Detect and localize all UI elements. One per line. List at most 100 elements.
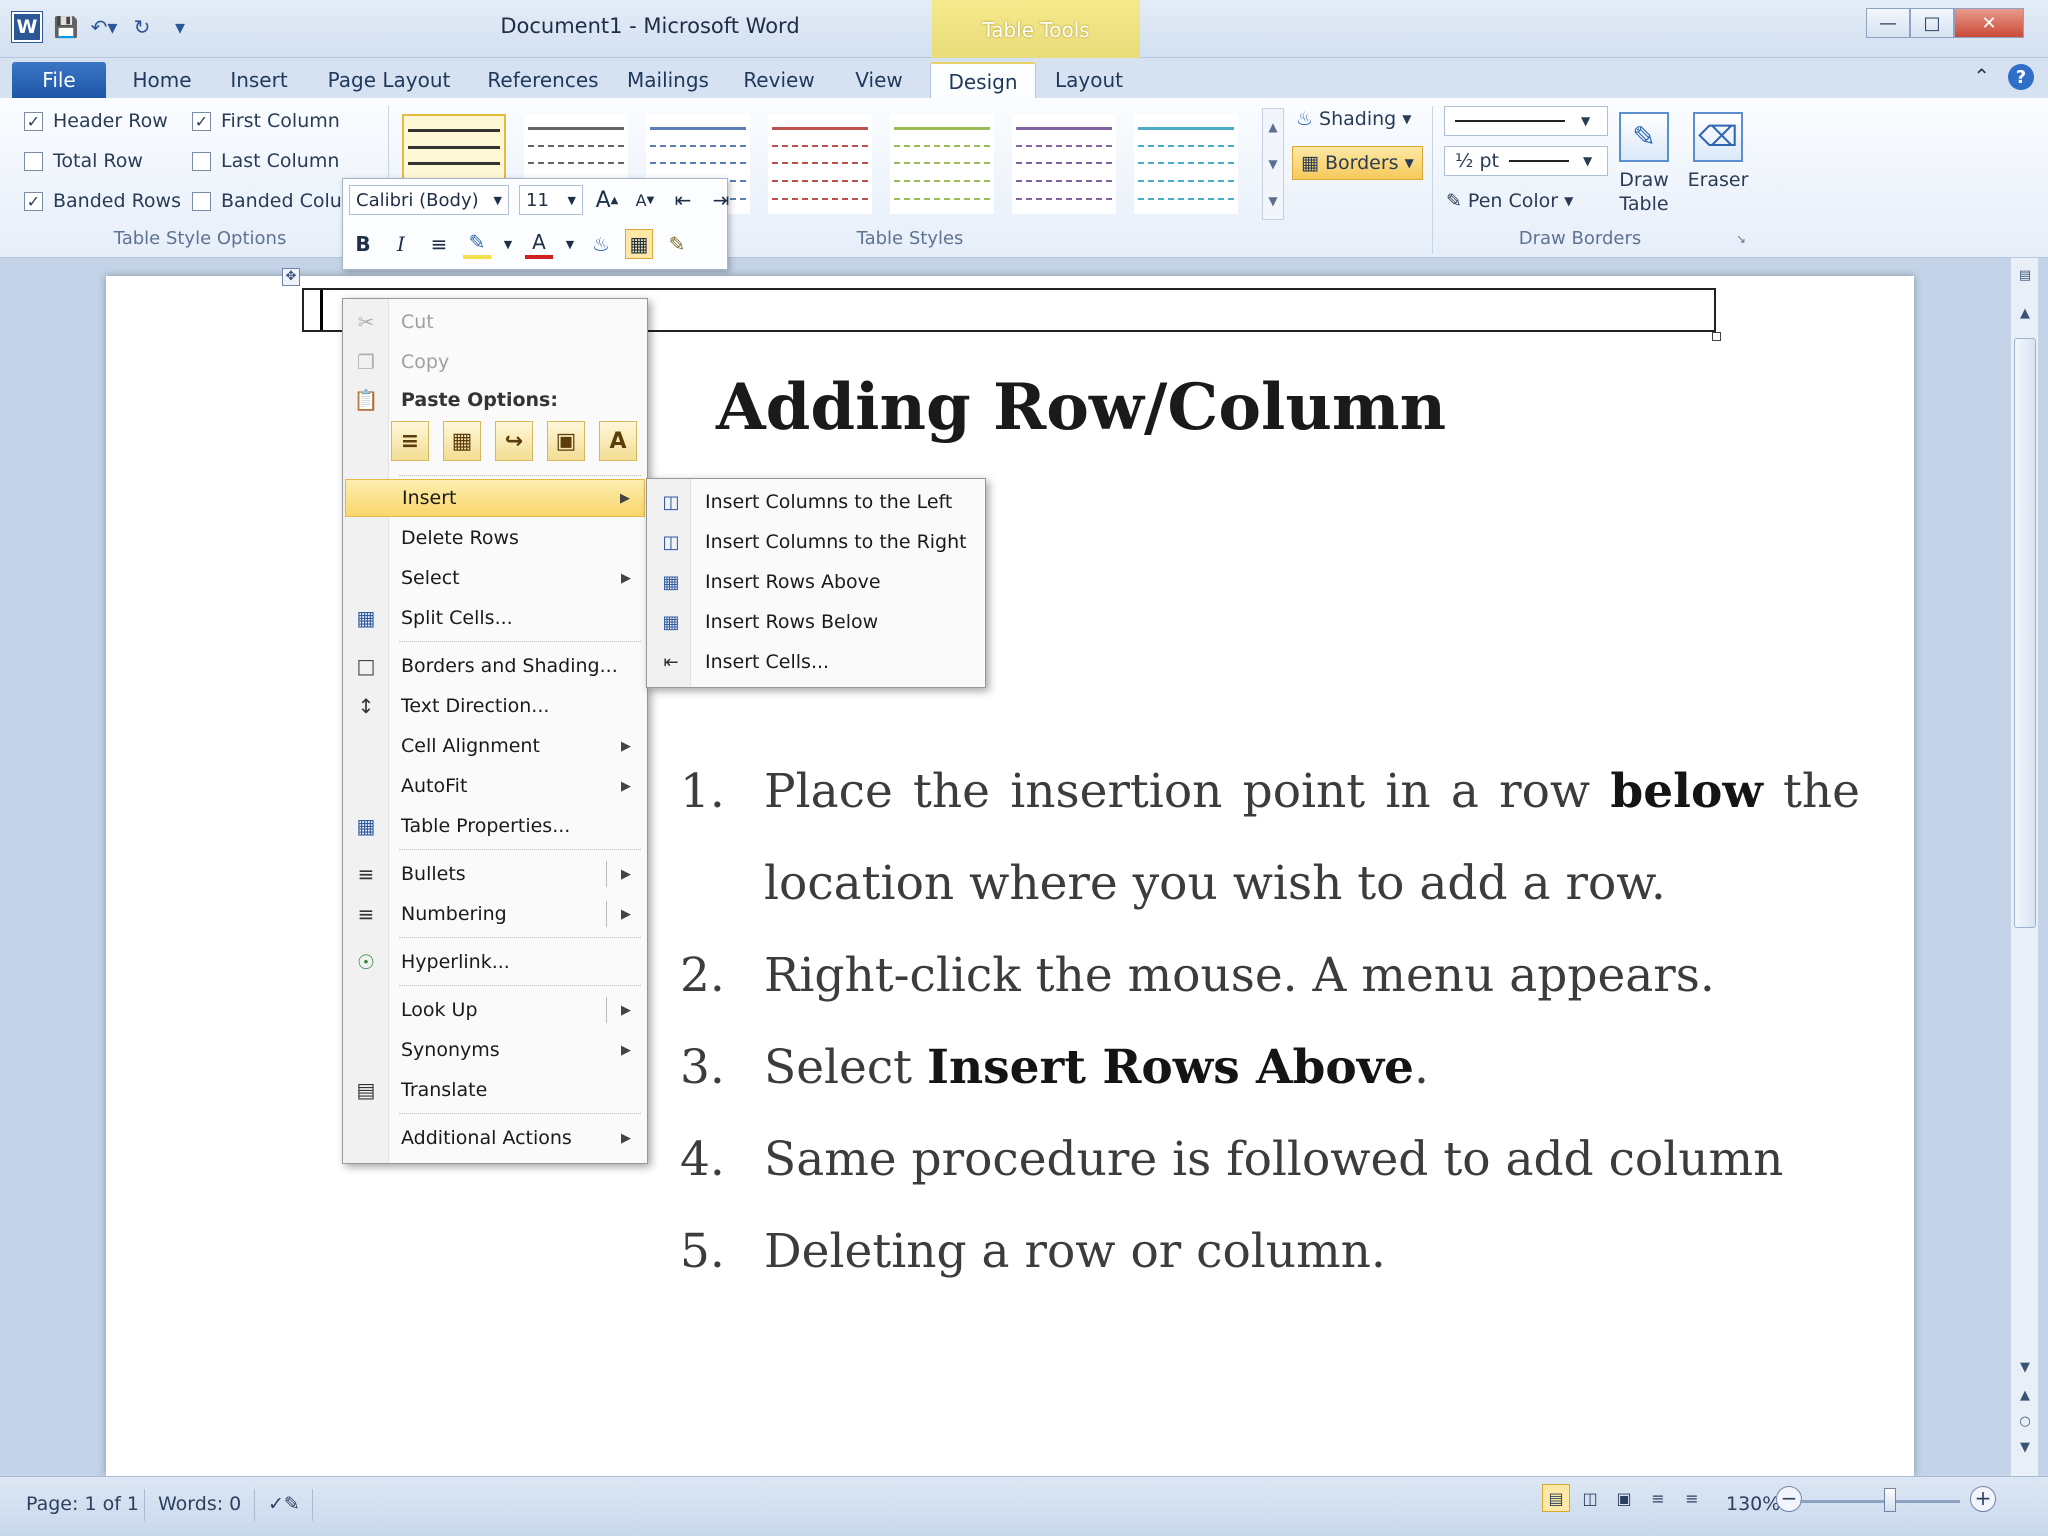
table-move-handle-icon[interactable]: ✥	[282, 268, 300, 286]
menu-item-cell-alignment[interactable]: Cell Alignment ▶	[345, 727, 645, 765]
gallery-down-icon[interactable]: ▼	[1268, 157, 1277, 171]
ruler-toggle-icon[interactable]: ▤	[2014, 264, 2036, 286]
line-style-dropdown[interactable]: ▼	[1444, 106, 1608, 136]
customize-icon[interactable]: ▾	[166, 13, 194, 41]
menu-item-split-cells[interactable]: ▦ Split Cells...	[345, 599, 645, 637]
browse-object-icon[interactable]: ○	[2014, 1410, 2036, 1432]
page-count[interactable]: Page: 1 of 1	[26, 1493, 139, 1515]
italic-button[interactable]: I	[387, 229, 415, 259]
total-row-checkbox[interactable]: Total Row	[24, 150, 143, 172]
paste-text-only-icon[interactable]: A	[599, 421, 637, 461]
decrease-indent-icon[interactable]: ⇤	[669, 185, 697, 215]
menu-item-insert-cells[interactable]: ⇤ Insert Cells...	[649, 643, 983, 681]
proofing-icon[interactable]: ✓✎	[268, 1493, 300, 1515]
scroll-down-icon[interactable]: ▼	[2014, 1356, 2036, 1378]
menu-item-copy[interactable]: ❐ Copy	[345, 343, 645, 381]
paste-keep-source-icon[interactable]: ≡	[391, 421, 429, 461]
menu-item-cut[interactable]: ✂ Cut	[345, 303, 645, 341]
tab-home[interactable]: Home	[124, 62, 200, 98]
redo-icon[interactable]: ↻	[128, 13, 156, 41]
zoom-slider[interactable]	[1800, 1500, 1960, 1503]
tab-page-layout[interactable]: Page Layout	[318, 62, 460, 98]
menu-item-insert[interactable]: Insert ▶	[345, 479, 645, 517]
zoom-in-icon[interactable]: +	[1970, 1486, 1996, 1512]
menu-item-insert-columns-right[interactable]: ◫ Insert Columns to the Right	[649, 523, 983, 561]
shrink-font-icon[interactable]: A ▼	[631, 185, 659, 215]
save-icon[interactable]: 💾	[52, 13, 80, 41]
tab-mailings[interactable]: Mailings	[620, 62, 716, 98]
menu-item-look-up[interactable]: Look Up ▶	[345, 991, 645, 1029]
tab-view[interactable]: View	[842, 62, 916, 98]
tab-review[interactable]: Review	[736, 62, 822, 98]
word-logo-icon[interactable]: W	[12, 12, 42, 42]
eraser-button[interactable]: ⌫ Eraser	[1686, 112, 1750, 192]
word-count[interactable]: Words: 0	[158, 1493, 241, 1515]
shading-button[interactable]: ♨ Shading ▼	[1296, 108, 1411, 130]
dialog-launcher-icon[interactable]: ↘	[1736, 232, 1746, 246]
menu-item-borders-shading[interactable]: □ Borders and Shading...	[345, 647, 645, 685]
increase-indent-icon[interactable]: ⇥	[707, 185, 735, 215]
header-row-checkbox[interactable]: ✓ Header Row	[24, 110, 168, 132]
menu-item-insert-columns-left[interactable]: ◫ Insert Columns to the Left	[649, 483, 983, 521]
table-resize-handle[interactable]	[1712, 332, 1721, 341]
tab-design[interactable]: Design	[930, 62, 1036, 98]
menu-item-delete-rows[interactable]: Delete Rows	[345, 519, 645, 557]
table-style-purple[interactable]	[1012, 114, 1116, 214]
banded-rows-checkbox[interactable]: ✓ Banded Rows	[24, 190, 181, 212]
menu-item-bullets[interactable]: ≡ Bullets ▶	[345, 855, 645, 893]
menu-item-autofit[interactable]: AutoFit ▶	[345, 767, 645, 805]
scrollbar-thumb[interactable]	[2014, 338, 2036, 928]
scroll-up-icon[interactable]: ▲	[2014, 302, 2036, 324]
minimize-ribbon-icon[interactable]: ⌃	[1973, 64, 1990, 90]
tab-file[interactable]: File	[12, 62, 106, 98]
next-page-icon[interactable]: ▼	[2014, 1436, 2036, 1458]
line-weight-dropdown[interactable]: ½ pt ▼	[1444, 146, 1608, 176]
tab-insert[interactable]: Insert	[222, 62, 296, 98]
menu-item-hyperlink[interactable]: ☉ Hyperlink...	[345, 943, 645, 981]
bold-button[interactable]: B	[349, 229, 377, 259]
maximize-button[interactable]: □	[1910, 8, 1954, 38]
vertical-scrollbar[interactable]: ▤ ▲ ▼ ▲ ○ ▼	[2010, 258, 2038, 1476]
borders-button[interactable]: ▦ Borders ▼	[1292, 146, 1423, 180]
shading-icon[interactable]: ♨	[587, 229, 615, 259]
menu-item-insert-rows-above[interactable]: ▦ Insert Rows Above	[649, 563, 983, 601]
borders-icon[interactable]: ▦	[625, 229, 653, 259]
gallery-up-icon[interactable]: ▲	[1268, 120, 1277, 134]
menu-item-numbering[interactable]: ≡ Numbering ▶	[345, 895, 645, 933]
menu-item-insert-rows-below[interactable]: ▦ Insert Rows Below	[649, 603, 983, 641]
menu-item-select[interactable]: Select ▶	[345, 559, 645, 597]
minimize-button[interactable]: —	[1866, 8, 1910, 38]
chevron-down-icon[interactable]: ▼	[501, 229, 515, 259]
menu-item-additional-actions[interactable]: Additional Actions ▶	[345, 1119, 645, 1157]
menu-item-text-direction[interactable]: ↕ Text Direction...	[345, 687, 645, 725]
font-size-dropdown[interactable]: 11 ▼	[519, 185, 583, 215]
previous-page-icon[interactable]: ▲	[2014, 1384, 2036, 1406]
font-name-dropdown[interactable]: Calibri (Body) ▼	[349, 185, 509, 215]
last-column-checkbox[interactable]: Last Column	[192, 150, 339, 172]
paste-merge-table-icon[interactable]: ▦	[443, 421, 481, 461]
full-screen-reading-icon[interactable]: ◫	[1576, 1484, 1604, 1512]
pen-color-button[interactable]: ✎ Pen Color ▼	[1446, 190, 1573, 212]
table-style-green[interactable]	[890, 114, 994, 214]
first-column-checkbox[interactable]: ✓ First Column	[192, 110, 340, 132]
zoom-level[interactable]: 130%	[1726, 1493, 1780, 1515]
zoom-slider-thumb[interactable]	[1884, 1488, 1896, 1512]
paste-nest-table-icon[interactable]: ↪	[495, 421, 533, 461]
close-button[interactable]: ✕	[1954, 8, 2024, 38]
center-align-icon[interactable]: ≡	[425, 229, 453, 259]
zoom-out-icon[interactable]: −	[1776, 1486, 1802, 1512]
help-icon[interactable]: ?	[2008, 64, 2034, 90]
paste-picture-icon[interactable]: ▣	[547, 421, 585, 461]
menu-item-translate[interactable]: ▤ Translate	[345, 1071, 645, 1109]
highlight-icon[interactable]: ✎	[463, 229, 491, 259]
menu-item-synonyms[interactable]: Synonyms ▶	[345, 1031, 645, 1069]
draft-icon[interactable]: ≡	[1678, 1484, 1706, 1512]
print-layout-icon[interactable]: ▤	[1542, 1484, 1570, 1512]
outline-icon[interactable]: ≡	[1644, 1484, 1672, 1512]
undo-icon[interactable]: ↶▾	[90, 13, 118, 41]
format-painter-icon[interactable]: ✎	[663, 229, 691, 259]
gallery-more-icon[interactable]: ▼	[1268, 194, 1277, 208]
menu-item-table-properties[interactable]: ▦ Table Properties...	[345, 807, 645, 845]
web-layout-icon[interactable]: ▣	[1610, 1484, 1638, 1512]
chevron-down-icon[interactable]: ▼	[563, 229, 577, 259]
